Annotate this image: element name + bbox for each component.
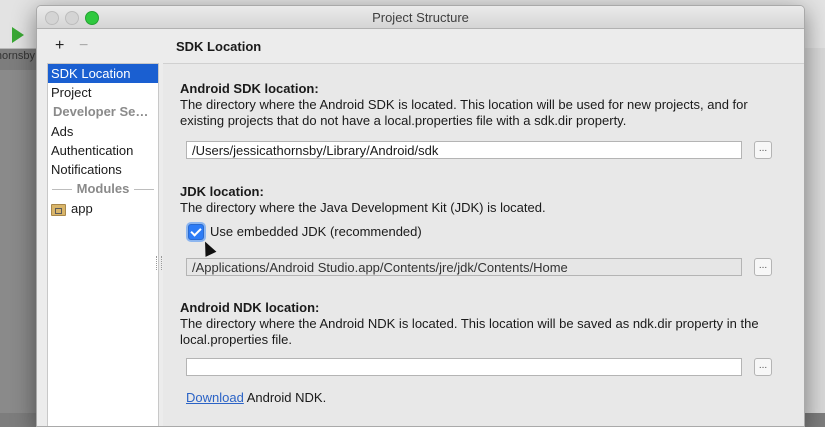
modules-header: Modules xyxy=(48,179,158,199)
sidebar-list: SDK Location Project Developer Se… Ads A… xyxy=(47,63,159,426)
download-ndk-suffix: Android NDK. xyxy=(243,390,327,405)
sidebar-toolbar: + − xyxy=(45,30,157,62)
ndk-location-description: The directory where the Android NDK is l… xyxy=(180,316,759,347)
sdk-location-label: Android SDK location: xyxy=(180,81,319,96)
remove-button[interactable]: − xyxy=(79,38,88,54)
ndk-path-field[interactable] xyxy=(186,358,742,376)
sdk-location-description: The directory where the Android SDK is l… xyxy=(180,97,748,128)
page-title: SDK Location xyxy=(176,39,262,54)
sidebar-item-notifications[interactable]: Notifications xyxy=(48,160,158,179)
jdk-browse-button[interactable]: ... xyxy=(754,258,772,276)
sidebar-item-app[interactable]: app xyxy=(48,199,158,218)
jdk-location-label: JDK location: xyxy=(180,184,264,199)
module-folder-icon xyxy=(51,203,66,216)
sidebar: + − SDK Location Project Developer Se… A… xyxy=(45,30,159,426)
sidebar-item-authentication[interactable]: Authentication xyxy=(48,141,158,160)
ide-background-panel xyxy=(0,70,36,413)
sidebar-item-sdk-location[interactable]: SDK Location xyxy=(48,64,158,83)
ndk-location-label: Android NDK location: xyxy=(180,300,320,315)
run-icon[interactable] xyxy=(12,27,24,43)
ide-editor-tab[interactable]: jessicathornsby xyxy=(0,50,35,68)
developer-services-header: Developer Se… xyxy=(53,104,149,119)
jdk-path-field[interactable]: /Applications/Android Studio.app/Content… xyxy=(186,258,742,276)
sdk-location-panel: Android SDK location: The directory wher… xyxy=(163,63,804,426)
embedded-jdk-label[interactable]: Use embedded JDK (recommended) xyxy=(210,224,422,239)
window-title: Project Structure xyxy=(372,10,469,25)
add-button[interactable]: + xyxy=(55,38,64,54)
ndk-download-line: Download Android NDK. xyxy=(186,390,786,406)
sidebar-item-project[interactable]: Project xyxy=(48,83,158,102)
jdk-location-description: The directory where the Java Development… xyxy=(180,200,546,215)
mouse-cursor-icon xyxy=(199,239,217,257)
embedded-jdk-checkbox[interactable] xyxy=(188,224,204,240)
sdk-path-field[interactable]: /Users/jessicathornsby/Library/Android/s… xyxy=(186,141,742,159)
sidebar-item-ads[interactable]: Ads xyxy=(48,122,158,141)
download-ndk-link[interactable]: Download xyxy=(186,390,244,405)
sdk-browse-button[interactable]: ... xyxy=(754,141,772,159)
ide-background-right xyxy=(803,48,825,413)
ndk-browse-button[interactable]: ... xyxy=(754,358,772,376)
module-label: app xyxy=(71,201,93,216)
title-bar: Project Structure xyxy=(37,6,804,29)
project-structure-dialog: Project Structure + − SDK Location Proje… xyxy=(36,5,805,427)
settings-content: SDK Location Android SDK location: The d… xyxy=(161,29,804,426)
